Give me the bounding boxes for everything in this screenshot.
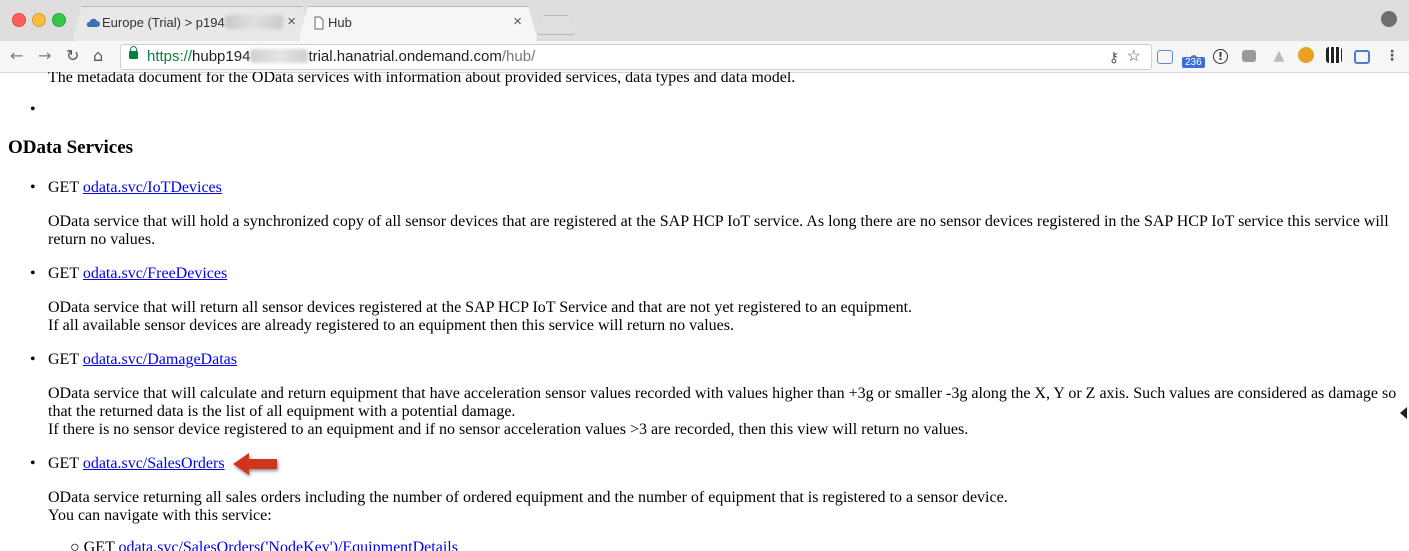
document-icon (314, 16, 324, 30)
close-window-button[interactable] (12, 13, 26, 27)
url-host-suffix: trial.hanatrial.ondemand.com (308, 48, 502, 65)
metadata-description: The metadata document for the OData serv… (48, 72, 796, 86)
service-description: OData service returning all sales orders… (48, 489, 1008, 506)
forward-icon[interactable]: → (38, 46, 51, 65)
service-description: OData service that will calculate and re… (48, 385, 1397, 420)
http-method: GET (48, 265, 79, 282)
tab-label: Europe (Trial) > p194 (102, 15, 225, 30)
service-description: If all available sensor devices are alre… (48, 317, 734, 334)
service-link-equipment-details[interactable]: odata.svc/SalesOrders('NodeKey')/Equipme… (118, 539, 457, 551)
tab-close-icon[interactable]: × (287, 13, 296, 30)
folder-extension-icon[interactable] (1157, 50, 1173, 64)
extension-badge: 236 (1182, 57, 1205, 68)
service-description: If there is no sensor device registered … (48, 421, 969, 438)
minimize-window-button[interactable] (32, 13, 46, 27)
tab-bar: Europe (Trial) > p194 × Hub × (0, 0, 1409, 42)
key-icon[interactable]: ⚷ (1109, 45, 1119, 69)
screen-extension-icon[interactable] (1242, 50, 1256, 62)
service-link-iotdevices[interactable]: odata.svc/IoTDevices (83, 179, 222, 196)
service-description: OData service that will hold a synchroni… (48, 213, 1389, 248)
page-content: The metadata document for the OData serv… (0, 72, 1409, 551)
profile-icon[interactable] (1381, 11, 1397, 27)
qr-code-icon[interactable] (1326, 47, 1342, 63)
sub-list-item: ○ GET odata.svc/SalesOrders('NodeKey')/E… (70, 539, 458, 551)
tab-hub[interactable]: Hub × (298, 6, 538, 41)
red-arrow-icon (233, 453, 277, 475)
tab-europe-trial[interactable]: Europe (Trial) > p194 × (72, 6, 312, 41)
home-icon[interactable]: ⌂ (93, 46, 103, 65)
globe-extension-icon[interactable] (1298, 47, 1314, 63)
service-link-freedevices[interactable]: odata.svc/FreeDevices (83, 265, 227, 282)
cloud-icon (86, 18, 100, 27)
reload-icon[interactable]: ↻ (66, 46, 79, 65)
empty-list-bullet: • (30, 101, 36, 118)
http-method: GET (83, 539, 115, 551)
http-method: GET (48, 455, 79, 472)
service-description: OData service that will return all senso… (48, 299, 913, 316)
tab-close-icon[interactable]: × (513, 13, 522, 30)
service-link-damagedatas[interactable]: odata.svc/DamageDatas (83, 351, 237, 368)
capture-extension-icon[interactable] (1354, 50, 1370, 64)
new-tab-button[interactable] (538, 15, 574, 35)
lock-icon (129, 46, 138, 59)
url-path: /hub/ (501, 48, 536, 65)
url-scheme: https:// (147, 48, 193, 65)
back-icon[interactable]: ← (10, 46, 23, 65)
bookmark-star-icon[interactable]: ☆ (1127, 45, 1141, 69)
url-host-prefix: hubp194 (192, 48, 251, 65)
maximize-window-button[interactable] (52, 13, 66, 27)
http-method: GET (48, 351, 79, 368)
section-title: OData Services (8, 137, 134, 158)
info-extension-icon[interactable]: ! (1213, 49, 1228, 64)
http-method: GET (48, 179, 79, 196)
address-bar[interactable]: https://hubp194 trial.hanatrial.ondemand.… (120, 44, 1152, 70)
service-link-salesorders[interactable]: odata.svc/SalesOrders (83, 455, 225, 472)
service-description: You can navigate with this service: (48, 507, 272, 524)
menu-kebab-icon[interactable]: ⋮ (1383, 47, 1401, 65)
tab-label: Hub (328, 15, 352, 30)
drive-extension-icon[interactable]: ▲ (1270, 47, 1288, 65)
